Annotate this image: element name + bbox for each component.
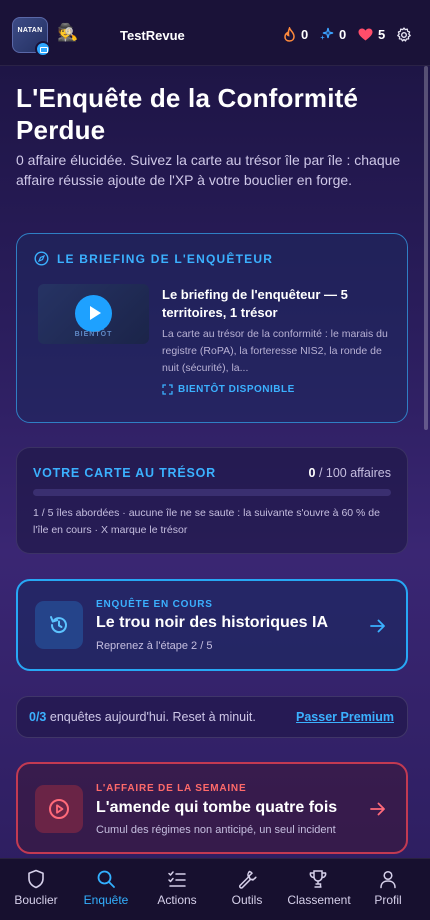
lives-value: 5 xyxy=(378,27,386,42)
total-cases: / 100 affaires xyxy=(315,466,391,480)
tab-profil[interactable]: Profil xyxy=(352,859,424,920)
play-circle-icon xyxy=(35,785,83,833)
top-bar: NATAN 🕵️ TestRevue 0 0 5 xyxy=(0,0,430,66)
tab-outils[interactable]: Outils xyxy=(211,859,283,920)
weekly-case-card[interactable]: L'AFFAIRE DE LA SEMAINE L'amende qui tom… xyxy=(16,762,408,854)
sparkle-icon xyxy=(320,27,334,40)
daily-limit-banner: 0/3 enquêtes aujourd'hui. Reset à minuit… xyxy=(16,696,408,738)
streak-stat[interactable]: 0 xyxy=(283,27,308,42)
lives-stat[interactable]: 5 xyxy=(358,27,385,42)
user-icon xyxy=(380,870,396,889)
wrench-icon xyxy=(239,870,257,889)
treasure-map-card: VOTRE CARTE AU TRÉSOR 0 / 100 affaires 1… xyxy=(16,447,408,554)
streak-value: 0 xyxy=(301,27,309,42)
bottom-tab-bar: Bouclier Enquête Actions Outils Classeme… xyxy=(0,858,430,920)
briefing-title: Le briefing de l'enquêteur — 5 territoir… xyxy=(162,287,348,320)
shield-icon xyxy=(28,869,44,889)
compass-icon xyxy=(34,251,49,266)
page-intro: 0 affaire élucidée. Suivez la carte au t… xyxy=(16,152,401,188)
app-logo[interactable]: NATAN xyxy=(12,17,51,57)
briefing-soon-text: BIENTÔT DISPONIBLE xyxy=(178,384,295,395)
treasure-map-title: VOTRE CARTE AU TRÉSOR xyxy=(33,466,217,480)
current-case-card[interactable]: ENQUÊTE EN COURS Le trou noir des histor… xyxy=(16,579,408,671)
video-soon-tag: BIENTÔT xyxy=(74,331,113,338)
premium-link[interactable]: Passer Premium xyxy=(296,710,394,724)
arrow-right-icon xyxy=(370,802,385,816)
play-icon[interactable] xyxy=(75,295,112,332)
briefing-heading-label: LE BRIEFING DE L'ENQUÊTEUR xyxy=(57,251,274,266)
logo-badge-icon xyxy=(35,41,51,57)
xp-stat[interactable]: 0 xyxy=(319,27,346,42)
weekly-case-label: L'AFFAIRE DE LA SEMAINE xyxy=(96,783,247,794)
tab-label-actions: Actions xyxy=(157,893,197,907)
current-case-title: Le trou noir des historiques IA xyxy=(96,614,329,631)
treasure-map-note: 1 / 5 îles abordées · aucune île ne se s… xyxy=(33,507,380,536)
weekly-case-subtitle: Cumul des régimes non anticipé, un seul … xyxy=(96,824,336,836)
page-title: L'Enquête de la Conformité Perdue xyxy=(16,83,359,145)
tab-bouclier[interactable]: Bouclier xyxy=(0,859,72,920)
daily-limit-message: enquêtes aujourd'hui. Reset à minuit. xyxy=(46,710,256,724)
tab-label-classement: Classement xyxy=(287,893,351,907)
detective-avatar[interactable]: 🕵️ xyxy=(57,22,79,44)
resume-icon xyxy=(35,601,83,649)
briefing-description: La carte au trésor de la conformité : le… xyxy=(162,328,388,374)
daily-limit-count: 0/3 xyxy=(29,710,47,724)
search-icon xyxy=(97,870,115,888)
tab-label-enquete: Enquête xyxy=(83,893,129,907)
current-case-label: ENQUÊTE EN COURS xyxy=(96,599,213,610)
checklist-icon xyxy=(168,871,186,887)
username: TestRevue xyxy=(120,28,185,43)
xp-value: 0 xyxy=(339,27,347,42)
daily-limit-text: 0/3 enquêtes aujourd'hui. Reset à minuit… xyxy=(29,710,256,724)
treasure-map-count: 0 / 100 affaires xyxy=(309,466,391,480)
heart-icon xyxy=(358,28,373,41)
tab-label-outils: Outils xyxy=(231,893,263,907)
tab-actions[interactable]: Actions xyxy=(141,859,213,920)
tab-label-bouclier: Bouclier xyxy=(14,893,58,907)
briefing-soon-label: BIENTÔT DISPONIBLE xyxy=(162,384,295,395)
tab-classement[interactable]: Classement xyxy=(282,859,356,920)
flame-icon xyxy=(284,27,295,42)
arrow-right-icon xyxy=(370,619,385,633)
trophy-icon xyxy=(309,870,327,888)
treasure-map-progress xyxy=(33,489,391,496)
briefing-heading: LE BRIEFING DE L'ENQUÊTEUR xyxy=(34,251,273,266)
weekly-case-title: L'amende qui tombe quatre fois xyxy=(96,799,338,816)
gear-icon[interactable] xyxy=(396,27,412,43)
expand-icon xyxy=(162,384,173,395)
tab-enquete[interactable]: Enquête xyxy=(70,859,142,920)
briefing-card[interactable]: LE BRIEFING DE L'ENQUÊTEUR BIENTÔT Le br… xyxy=(16,233,408,423)
current-case-subtitle: Reprenez à l'étape 2 / 5 xyxy=(96,640,213,652)
tab-label-profil: Profil xyxy=(374,893,402,907)
page-scrollbar[interactable] xyxy=(424,66,428,430)
briefing-video-thumbnail[interactable]: BIENTÔT xyxy=(38,284,149,344)
logo-text: NATAN xyxy=(17,27,43,34)
